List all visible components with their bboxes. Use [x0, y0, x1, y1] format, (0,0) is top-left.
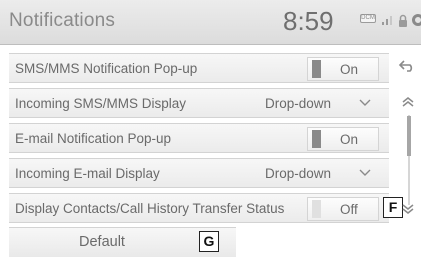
row-incoming-sms-display[interactable]: Incoming SMS/MMS Display Drop-down — [9, 88, 389, 118]
row-label: E-mail Notification Pop-up — [15, 131, 172, 146]
back-arrow-icon[interactable] — [398, 58, 416, 74]
chevron-down-icon[interactable] — [401, 204, 415, 214]
dcm-status-badge: DCM — [360, 14, 376, 23]
notifications-screen: Notifications 8:59 DCM SMS/MMS Notificat… — [0, 0, 421, 261]
clock: 8:59 — [283, 6, 334, 36]
toggle-state: Off — [340, 202, 358, 217]
email-display-value[interactable]: Drop-down — [265, 166, 331, 181]
page-title: Notifications — [9, 10, 116, 31]
callout-g: G — [199, 231, 219, 252]
chevron-down-icon — [359, 99, 371, 106]
header-bar: Notifications 8:59 DCM — [0, 0, 421, 45]
signal-icon — [382, 16, 392, 25]
row-email-notification-popup[interactable]: E-mail Notification Pop-up On — [9, 123, 389, 153]
toggle-state: On — [340, 62, 359, 77]
callout-f: F — [383, 197, 403, 218]
row-label: SMS/MMS Notification Pop-up — [15, 61, 198, 76]
row-label: Display Contacts/Call History Transfer S… — [15, 201, 285, 216]
toggle-indicator — [312, 60, 321, 78]
transfer-status-toggle[interactable]: Off — [307, 197, 379, 221]
row-label: Incoming E-mail Display — [15, 166, 160, 181]
lock-icon — [399, 14, 407, 27]
row-incoming-email-display[interactable]: Incoming E-mail Display Drop-down — [9, 158, 389, 188]
row-transfer-status[interactable]: Display Contacts/Call History Transfer S… — [9, 193, 389, 223]
toggle-indicator — [312, 130, 321, 148]
scrollbar-thumb[interactable] — [407, 116, 411, 156]
default-button-label: Default — [79, 234, 125, 250]
toggle-indicator — [312, 200, 321, 218]
sms-popup-toggle[interactable]: On — [307, 57, 379, 81]
toggle-state: On — [340, 132, 359, 147]
chevron-up-icon[interactable] — [401, 97, 415, 107]
row-sms-notification-popup[interactable]: SMS/MMS Notification Pop-up On — [9, 53, 389, 83]
sms-display-value[interactable]: Drop-down — [265, 96, 331, 111]
email-popup-toggle[interactable]: On — [307, 127, 379, 151]
chevron-down-icon — [359, 169, 371, 176]
row-label: Incoming SMS/MMS Display — [15, 96, 187, 111]
gear-icon — [412, 14, 421, 26]
